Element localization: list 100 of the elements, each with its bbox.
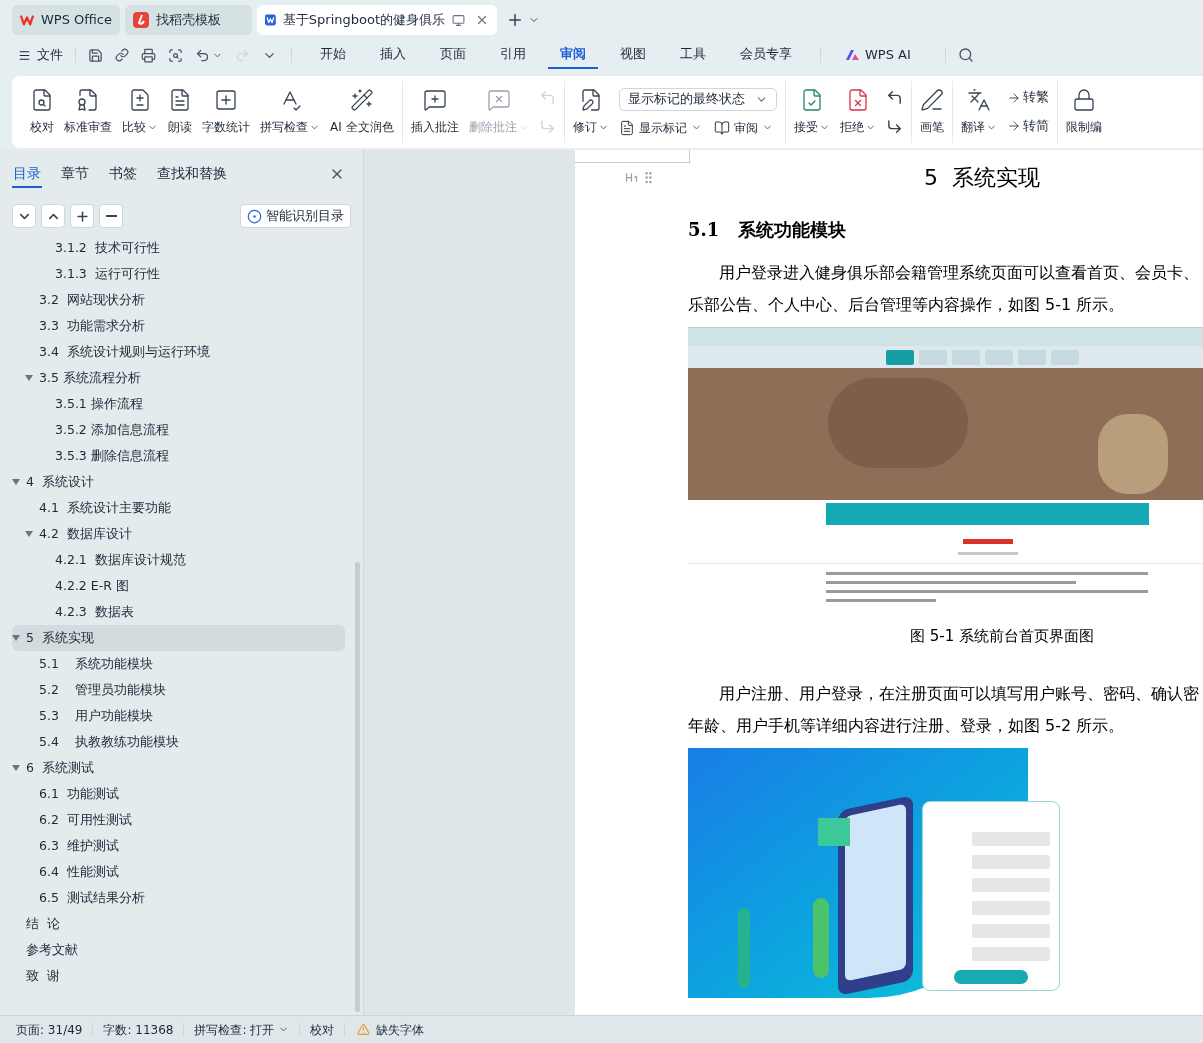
- ribbon-tab[interactable]: 开始: [308, 41, 358, 69]
- toc-item[interactable]: 5.2 管理员功能模块: [12, 677, 345, 703]
- ribbon-small-button[interactable]: 审阅: [713, 118, 773, 137]
- toc-item[interactable]: 5.3 用户功能模块: [12, 703, 345, 729]
- ribbon-button[interactable]: 限制编: [1061, 81, 1106, 143]
- ribbon-tab[interactable]: 插入: [368, 41, 418, 69]
- next-comment-icon[interactable]: [885, 118, 903, 135]
- sidebar-tab[interactable]: 书签: [108, 160, 138, 188]
- toc-item[interactable]: 3.4 系统设计规则与运行环境: [12, 339, 345, 365]
- toc-item[interactable]: 4.2.1 数据库设计规范: [12, 547, 345, 573]
- ribbon-button[interactable]: 字数统计: [198, 81, 254, 143]
- toc-item[interactable]: 5.1 系统功能模块: [12, 651, 345, 677]
- ribbon-tab[interactable]: 页面: [428, 41, 478, 69]
- toc-item[interactable]: 3.2 网站现状分析: [12, 287, 345, 313]
- comment-delete-icon: [486, 88, 511, 112]
- wps-ai-button[interactable]: WPS AI: [837, 45, 919, 65]
- toc-item[interactable]: 3.1.3 运行可行性: [12, 261, 345, 287]
- ribbon-tab[interactable]: 引用: [488, 41, 538, 69]
- toc-item[interactable]: 3.1.2 技术可行性: [12, 235, 345, 261]
- add-heading-button[interactable]: [70, 204, 94, 228]
- toc-item[interactable]: 3.5.1 操作流程: [12, 391, 345, 417]
- sidebar-tab[interactable]: 查找和替换: [156, 160, 228, 188]
- toc-item[interactable]: 致 谢: [12, 963, 345, 989]
- markup-select[interactable]: 显示标记的最终状态: [618, 87, 777, 111]
- toc-item[interactable]: 6.5 测试结果分析: [12, 885, 345, 911]
- toc-item[interactable]: 4.1 系统设计主要功能: [12, 495, 345, 521]
- toc-item[interactable]: 4.2 数据库设计: [12, 521, 345, 547]
- toc-item[interactable]: 6 系统测试: [12, 755, 345, 781]
- toc-item[interactable]: 6.3 维护测试: [12, 833, 345, 859]
- expand-all-button[interactable]: [12, 204, 36, 228]
- toc-item[interactable]: 结 论: [12, 911, 345, 937]
- status-text: 页面: 31/49: [15, 1021, 84, 1039]
- ribbon-button[interactable]: 拒绝: [835, 81, 880, 143]
- document-compare-icon: [128, 88, 152, 112]
- tab-title: 基于Springboot的健身俱乐: [282, 11, 445, 30]
- body-paragraph: 用户注册、用户登录，在注册页面可以填写用户账号、密码、确认密 年龄、用户手机等详细内容进行注册、登录，如图 5-2 所示。: [688, 682, 1200, 737]
- file-menu-button[interactable]: 文件: [18, 45, 63, 65]
- ribbon-small-button[interactable]: 显示标记: [618, 118, 702, 137]
- status-text: 字数: 11368: [102, 1021, 175, 1039]
- ribbon-button[interactable]: AI 全文润色: [326, 81, 398, 143]
- collapse-triangle-icon[interactable]: [12, 478, 20, 486]
- window-tab[interactable]: 基于Springboot的健身俱乐: [257, 5, 497, 35]
- toc-item[interactable]: 3.5 系统流程分析: [12, 365, 345, 391]
- scrollbar-thumb[interactable]: [355, 562, 360, 1012]
- search-icon[interactable]: [957, 47, 974, 63]
- window-tab[interactable]: WPS Office: [12, 5, 120, 35]
- ribbon-button[interactable]: 标准审查: [60, 81, 116, 143]
- toc-item[interactable]: 3.5.2 添加信息流程: [12, 417, 345, 443]
- ribbon-button[interactable]: 画笔: [915, 81, 948, 143]
- toc-item[interactable]: 6.4 性能测试: [12, 859, 345, 885]
- collapse-triangle-icon[interactable]: [12, 634, 20, 642]
- ribbon-button[interactable]: 朗读: [164, 81, 196, 143]
- collapse-all-button[interactable]: [41, 204, 65, 228]
- smart-toc-button[interactable]: 智能识别目录: [240, 204, 351, 228]
- ribbon-tab[interactable]: 视图: [608, 41, 658, 69]
- link-icon[interactable]: [115, 48, 129, 62]
- ribbon-button[interactable]: 拼写检查: [256, 81, 324, 143]
- missing-font-status[interactable]: 缺失字体: [345, 1020, 437, 1039]
- collapse-triangle-icon[interactable]: [25, 374, 33, 382]
- toc-item[interactable]: 3.3 功能需求分析: [12, 313, 345, 339]
- toc-item[interactable]: 6.1 功能测试: [12, 781, 345, 807]
- status-text: 校对: [309, 1021, 336, 1039]
- sidebar-tab[interactable]: 目录: [12, 160, 42, 188]
- sidebar-tab[interactable]: 章节: [60, 160, 90, 188]
- monitor-icon[interactable]: [452, 13, 465, 27]
- print-icon[interactable]: [141, 47, 156, 63]
- new-tab-icon[interactable]: [506, 11, 524, 29]
- ribbon-button[interactable]: 翻译: [956, 81, 1001, 143]
- ribbon-small-button[interactable]: 转繁: [1006, 88, 1049, 107]
- circle-icon: [247, 208, 262, 224]
- previous-comment-icon[interactable]: [885, 89, 903, 106]
- toc-item[interactable]: 4 系统设计: [12, 469, 345, 495]
- toc-item[interactable]: 参考文献: [12, 937, 345, 963]
- collapse-triangle-icon[interactable]: [12, 764, 20, 772]
- ribbon-button[interactable]: 修订: [568, 81, 613, 143]
- collapse-triangle-icon[interactable]: [25, 530, 33, 538]
- remove-heading-button[interactable]: [99, 204, 123, 228]
- toc-item[interactable]: 4.2.3 数据表: [12, 599, 345, 625]
- toc-item[interactable]: 5 系统实现: [12, 625, 345, 651]
- ribbon-tab[interactable]: 会员专享: [728, 41, 804, 69]
- toc-item[interactable]: 4.2.2 E-R 图: [12, 573, 345, 599]
- ribbon-small-button[interactable]: 转简: [1006, 117, 1049, 136]
- print-preview-icon[interactable]: [168, 47, 183, 63]
- ribbon-button[interactable]: 插入批注: [406, 81, 463, 143]
- close-icon[interactable]: [475, 13, 489, 27]
- ribbon-button[interactable]: 比较: [118, 81, 162, 143]
- undo-icon[interactable]: [195, 47, 210, 63]
- ribbon-tab[interactable]: 审阅: [548, 41, 598, 69]
- translate-icon: [966, 88, 991, 112]
- ribbon-tab[interactable]: 工具: [668, 41, 718, 69]
- ribbon-button[interactable]: 接受: [789, 81, 834, 143]
- window-tab[interactable]: 找稻壳模板: [125, 5, 252, 35]
- save-icon[interactable]: [88, 47, 103, 63]
- toc-item[interactable]: 6.2 可用性测试: [12, 807, 345, 833]
- ribbon-button[interactable]: 校对: [26, 81, 58, 143]
- document-icon: [618, 119, 635, 136]
- toc-item[interactable]: 5.4 执教教练功能模块: [12, 729, 345, 755]
- toc-item[interactable]: 3.5.3 删除信息流程: [12, 443, 345, 469]
- spell-check-status[interactable]: 拼写检查: 打开: [184, 1020, 300, 1039]
- tab-title: WPS Office: [40, 11, 112, 30]
